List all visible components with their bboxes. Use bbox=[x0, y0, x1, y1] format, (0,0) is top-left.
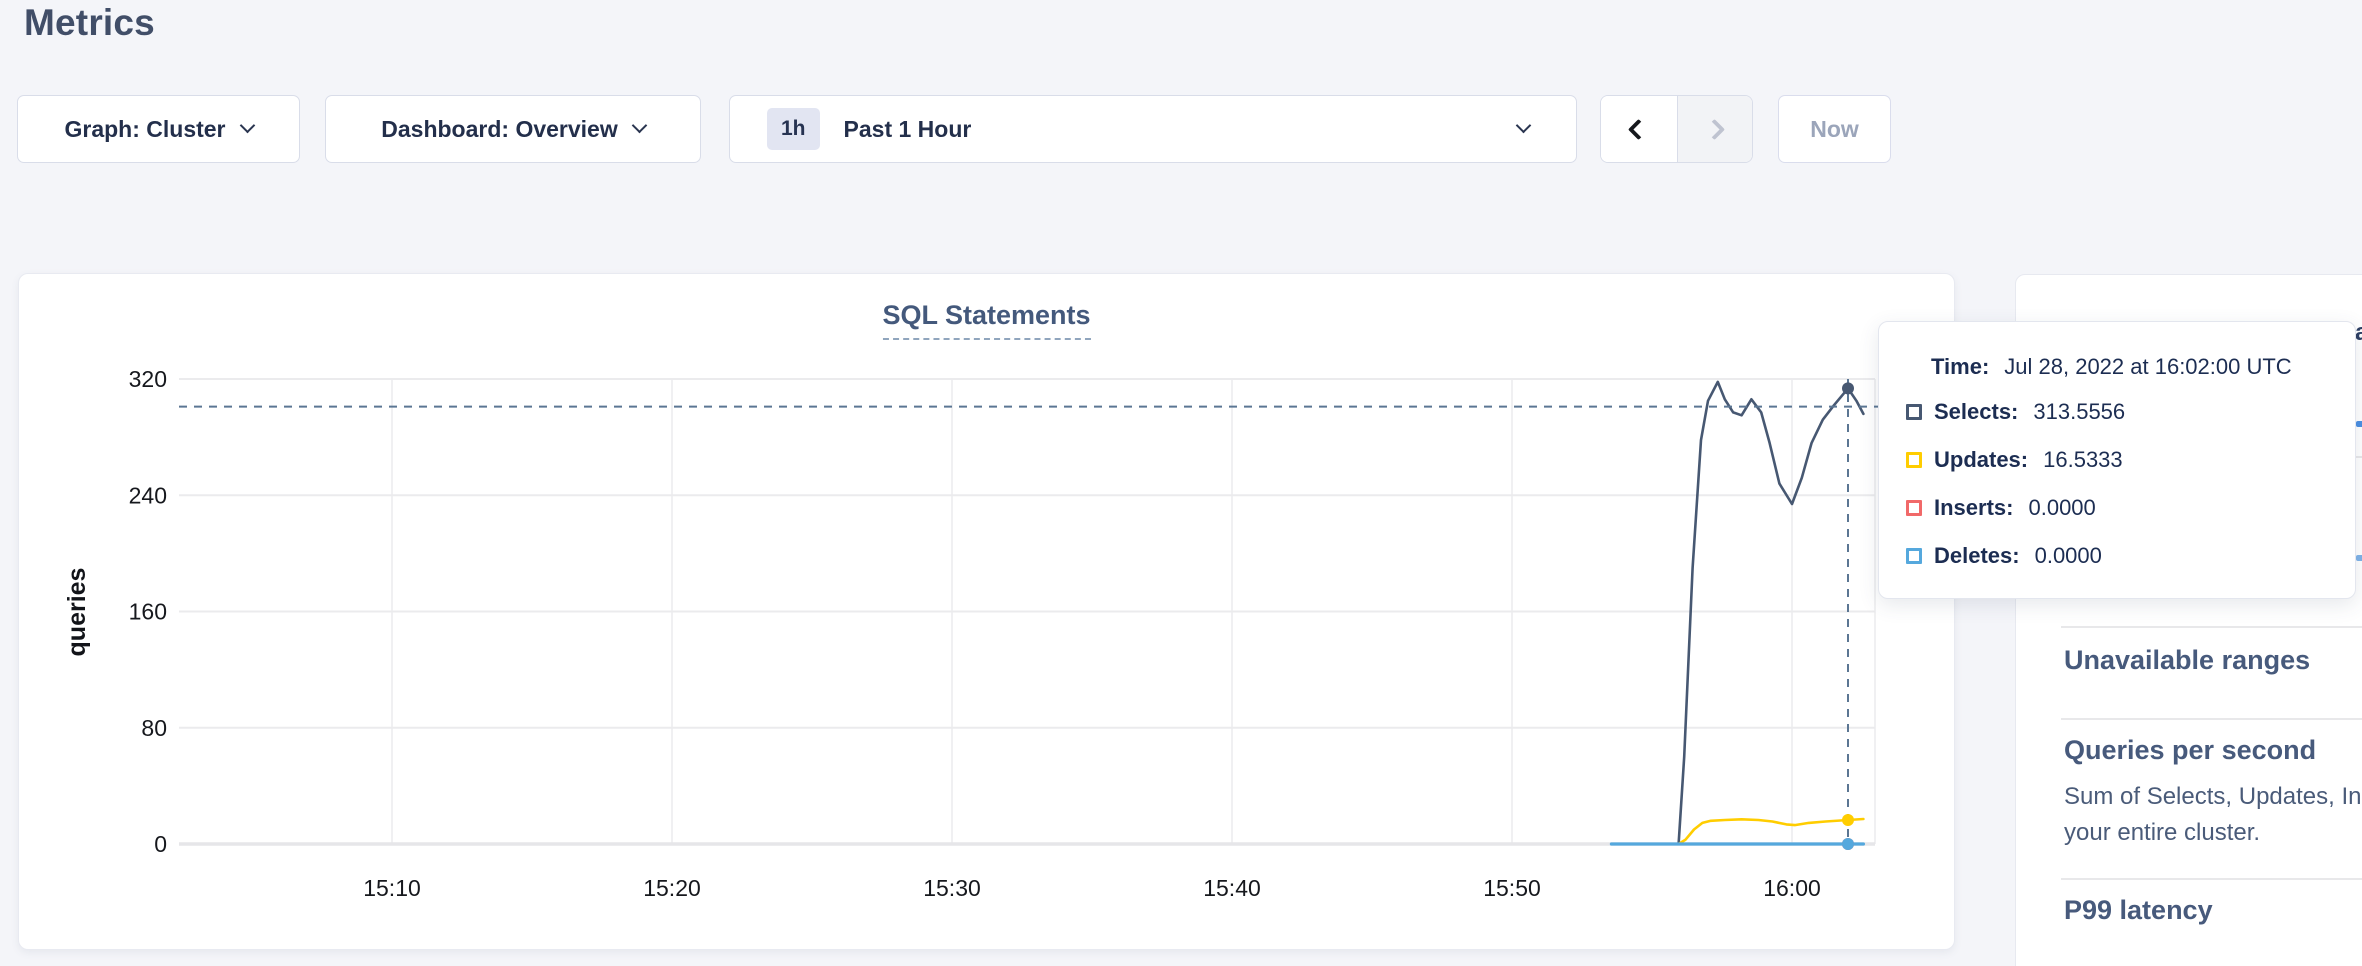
tooltip-series-row: Selects: 313.5556 bbox=[1879, 388, 2355, 436]
time-range-select[interactable]: 1h Past 1 Hour bbox=[729, 95, 1577, 163]
tooltip-series-label: Selects: bbox=[1934, 399, 2018, 425]
clipped-link-fragment bbox=[2356, 421, 2362, 427]
divider bbox=[2061, 878, 2362, 880]
tooltip-series-value: 313.5556 bbox=[2033, 399, 2125, 425]
time-range-badge: 1h bbox=[767, 108, 820, 150]
tooltip-series-row: Deletes: 0.0000 bbox=[1879, 532, 2355, 580]
tooltip-series-value: 16.5333 bbox=[2043, 447, 2123, 473]
svg-text:320: 320 bbox=[129, 366, 167, 392]
sidebar-entry-queries-per-second: Queries per second bbox=[2064, 735, 2316, 766]
graph-scope-dropdown[interactable]: Graph: Cluster bbox=[17, 95, 300, 163]
svg-text:15:40: 15:40 bbox=[1203, 875, 1261, 901]
clipped-text-fragment: a bbox=[2355, 319, 2362, 347]
tooltip-time-value: Jul 28, 2022 at 16:02:00 UTC bbox=[2004, 354, 2291, 380]
tooltip-series-row: Inserts: 0.0000 bbox=[1879, 484, 2355, 532]
time-pager bbox=[1600, 95, 1753, 163]
svg-text:15:10: 15:10 bbox=[363, 875, 421, 901]
svg-text:15:50: 15:50 bbox=[1483, 875, 1541, 901]
toolbar: Graph: Cluster Dashboard: Overview 1h Pa… bbox=[0, 95, 2362, 163]
chevron-down-icon bbox=[1516, 118, 1532, 134]
updates-series-swatch bbox=[1906, 452, 1922, 468]
svg-text:queries: queries bbox=[63, 568, 91, 657]
sql-statements-chart[interactable]: 0 80 160 240 320 15:10 15:20 15:30 15:40 15:50 16:… bbox=[19, 274, 1956, 951]
divider bbox=[2061, 718, 2362, 720]
chevron-right-icon bbox=[1704, 118, 1725, 139]
now-button[interactable]: Now bbox=[1778, 95, 1891, 163]
chevron-left-icon bbox=[1628, 118, 1649, 139]
svg-text:15:20: 15:20 bbox=[643, 875, 701, 901]
sidebar-entry-description-line: your entire cluster. bbox=[2064, 819, 2260, 847]
prev-time-button[interactable] bbox=[1601, 96, 1677, 162]
svg-text:16:00: 16:00 bbox=[1763, 875, 1821, 901]
sidebar-entry-p99-latency: P99 latency bbox=[2064, 895, 2213, 926]
selects-series-swatch bbox=[1906, 404, 1922, 420]
tooltip-series-value: 0.0000 bbox=[2028, 495, 2095, 521]
svg-text:160: 160 bbox=[129, 599, 167, 625]
next-time-button-disabled[interactable] bbox=[1677, 96, 1753, 162]
chevron-down-icon bbox=[239, 118, 255, 134]
chart-hover-tooltip: Time: Jul 28, 2022 at 16:02:00 UTC Selec… bbox=[1878, 321, 2356, 599]
tooltip-series-value: 0.0000 bbox=[2035, 543, 2102, 569]
page-title: Metrics bbox=[24, 2, 155, 44]
graph-scope-label: Graph: Cluster bbox=[64, 116, 225, 143]
svg-text:15:30: 15:30 bbox=[923, 875, 981, 901]
tooltip-series-row: Updates: 16.5333 bbox=[1879, 436, 2355, 484]
clipped-link-fragment bbox=[2356, 555, 2362, 561]
inserts-series-swatch bbox=[1906, 500, 1922, 516]
dashboard-label: Dashboard: Overview bbox=[381, 116, 617, 143]
tooltip-time-label: Time: bbox=[1931, 354, 1989, 380]
svg-text:80: 80 bbox=[141, 715, 167, 741]
svg-text:240: 240 bbox=[129, 482, 167, 508]
tooltip-series-label: Updates: bbox=[1934, 447, 2028, 473]
tooltip-series-label: Deletes: bbox=[1934, 543, 2020, 569]
metrics-page: Metrics Graph: Cluster Dashboard: Overvi… bbox=[0, 0, 2362, 966]
chevron-down-icon bbox=[631, 118, 647, 134]
now-button-label: Now bbox=[1810, 116, 1859, 143]
divider bbox=[2061, 626, 2362, 628]
deletes-series-swatch bbox=[1906, 548, 1922, 564]
dashboard-dropdown[interactable]: Dashboard: Overview bbox=[325, 95, 701, 163]
tooltip-time-row: Time: Jul 28, 2022 at 16:02:00 UTC bbox=[1879, 346, 2355, 388]
tooltip-series-label: Inserts: bbox=[1934, 495, 2013, 521]
sidebar-entry-description-line: Sum of Selects, Updates, Inser bbox=[2064, 783, 2362, 811]
sidebar-entry-unavailable-ranges: Unavailable ranges bbox=[2064, 645, 2310, 676]
time-range-label: Past 1 Hour bbox=[844, 116, 972, 143]
sql-statements-chart-card: SQL Statements 08016024032015:1015:2015:… bbox=[18, 273, 1955, 950]
svg-text:0: 0 bbox=[154, 831, 167, 857]
